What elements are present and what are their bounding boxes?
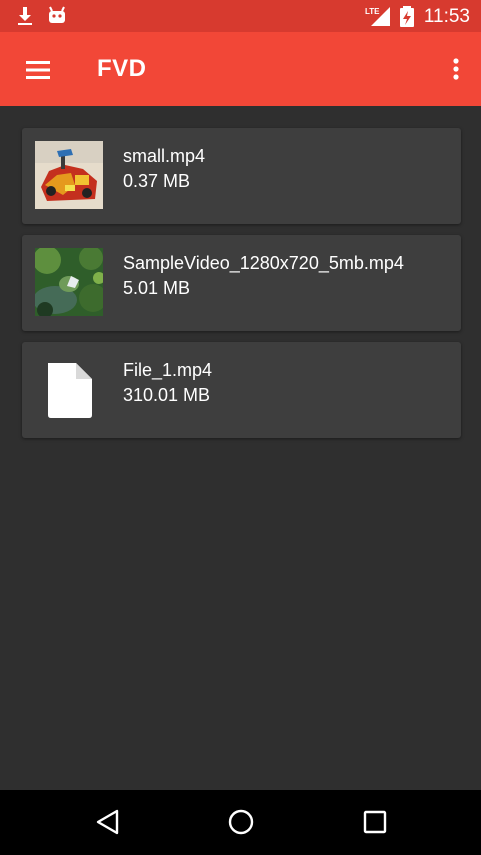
file-card[interactable]: small.mp4 0.37 MB [22,128,461,224]
file-size: 5.01 MB [123,278,191,298]
more-vert-icon[interactable] [445,50,467,90]
network-type-label: LTE [365,7,380,16]
download-icon [18,7,32,25]
file-icon [48,363,92,418]
recents-icon[interactable] [355,804,395,840]
battery-charging-icon [400,6,414,27]
android-icon [49,6,65,23]
app-bar: FVD [0,32,481,106]
video-thumbnail-garden [35,248,103,316]
file-name: small.mp4 [123,146,206,166]
app-title: FVD [97,55,147,82]
file-size: 310.01 MB [123,385,211,405]
file-size: 0.37 MB [123,171,191,191]
hamburger-menu-icon[interactable] [18,50,58,90]
lte-signal-icon: LTE [365,7,390,26]
file-name: File_1.mp4 [123,360,213,380]
file-card[interactable]: File_1.mp4 310.01 MB [22,342,461,438]
status-time: 11:53 [423,6,470,27]
home-icon[interactable] [221,804,261,840]
file-list: small.mp4 0.37 MB SampleVideo_1280x720_5… [0,106,481,790]
file-card[interactable]: SampleVideo_1280x720_5mb.mp4 5.01 MB [22,235,461,331]
navigation-bar [0,790,481,855]
file-name: SampleVideo_1280x720_5mb.mp4 [123,253,404,273]
video-thumbnail-toy [35,141,103,209]
back-icon[interactable] [88,804,128,840]
status-bar: LTE 11:53 [0,0,481,32]
